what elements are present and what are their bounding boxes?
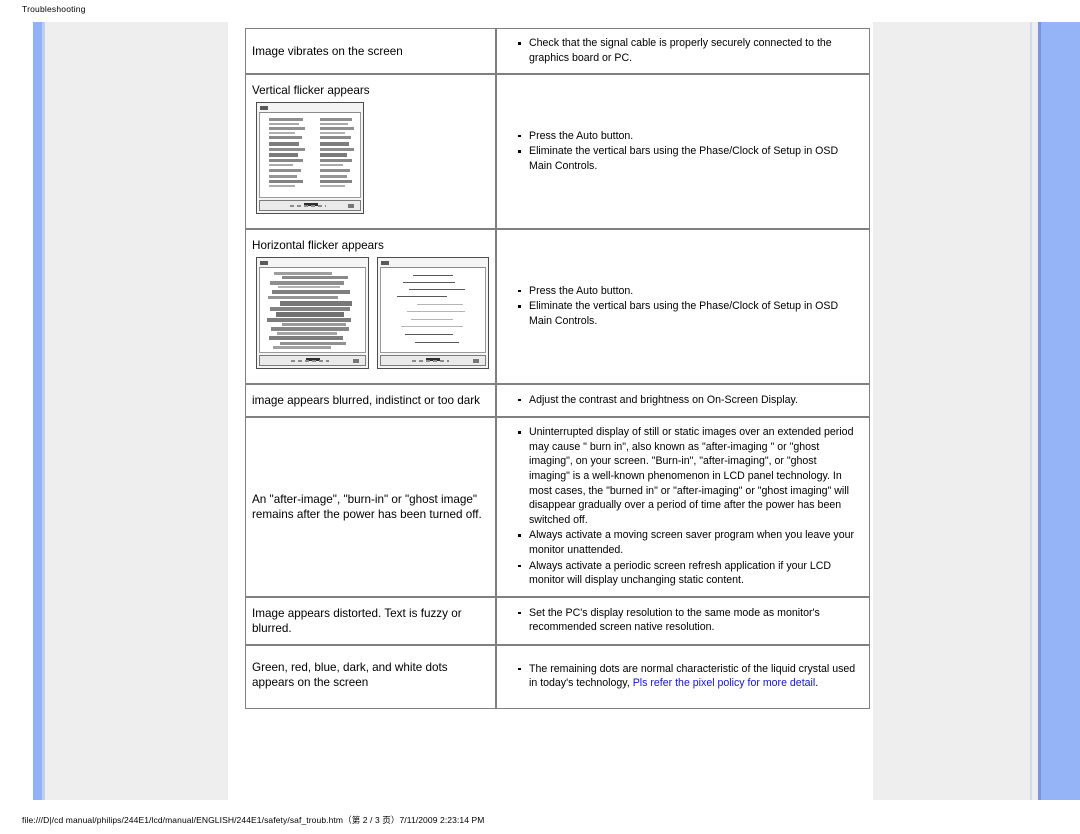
monitor-screen-vertical-bars [259,113,361,199]
print-footer-path: file:///D|/cd manual/philips/244E1/lcd/m… [22,815,485,825]
monitor-titlebar [379,260,486,269]
solution-cell: Check that the signal cable is properly … [496,28,870,75]
solution-item: Always activate a moving screen saver pr… [518,528,859,557]
solution-list: Press the Auto button. Eliminate the ver… [511,129,859,174]
symptom-text: Green, red, blue, dark, and white dots a… [252,660,448,689]
table-row: Image appears distorted. Text is fuzzy o… [245,596,870,645]
monitor-mockup-after [376,257,489,370]
vertical-flicker-monitor-figure [252,98,489,220]
solution-item: Eliminate the vertical bars using the Ph… [518,144,859,173]
solution-cell: Set the PC's display resolution to the s… [496,596,870,645]
monitor-base-controls [411,360,450,363]
monitor-mockup [256,102,364,215]
monitor-base [259,355,366,367]
table-row: Vertical flicker appears Press the Auto … [245,74,870,230]
symptom-cell: An "after-image", "burn-in" or "ghost im… [245,417,496,597]
monitor-base [259,200,361,212]
solution-item: The remaining dots are normal characteri… [518,662,859,691]
monitor-screen-horizontal-lines [379,268,486,354]
left-blue-rail [33,22,42,800]
right-blue-rail-edge [1038,22,1041,800]
solution-item: Always activate a periodic screen refres… [518,559,859,588]
table-row: An "after-image", "burn-in" or "ghost im… [245,417,870,597]
troubleshooting-table: Image vibrates on the screen Check that … [245,28,870,709]
solution-cell: Adjust the contrast and brightness on On… [496,384,870,418]
print-header-title: Troubleshooting [22,4,86,14]
symptom-cell: Image appears distorted. Text is fuzzy o… [245,596,496,645]
symptom-cell: Image vibrates on the screen [245,28,496,75]
symptom-text: An "after-image", "burn-in" or "ghost im… [252,492,482,521]
symptom-cell: Green, red, blue, dark, and white dots a… [245,644,496,709]
symptom-cell: image appears blurred, indistinct or too… [245,384,496,418]
solution-item: Check that the signal cable is properly … [518,36,859,65]
symptom-text: Image vibrates on the screen [252,44,403,58]
monitor-base-controls [290,205,326,208]
right-blue-rail [1038,22,1080,800]
symptom-cell: Vertical flicker appears [245,74,496,230]
symptom-cell: Horizontal flicker appears [245,229,496,385]
solution-list: Uninterrupted display of still or static… [511,425,859,588]
monitor-base-controls [291,360,329,363]
symptom-text: Vertical flicker appears [252,84,370,98]
table-row: Horizontal flicker appears Press the Aut… [245,229,870,385]
monitor-mockup-before [256,257,369,370]
monitor-titlebar [259,260,366,269]
symptom-text: image appears blurred, indistinct or too… [252,394,481,408]
monitor-screen-horizontal-noise [259,268,366,354]
monitor-titlebar [259,105,361,114]
solution-item: Press the Auto button. [518,284,859,299]
monitor-base [379,355,486,367]
symptom-text: Image appears distorted. Text is fuzzy o… [252,606,462,635]
solution-cell: Press the Auto button. Eliminate the ver… [496,229,870,385]
symptom-text: Horizontal flicker appears [252,239,384,253]
solution-list: Press the Auto button. Eliminate the ver… [511,284,859,329]
solution-cell: Press the Auto button. Eliminate the ver… [496,74,870,230]
solution-item: Uninterrupted display of still or static… [518,425,859,527]
solution-list: Adjust the contrast and brightness on On… [511,393,859,408]
table-row: Green, red, blue, dark, and white dots a… [245,644,870,709]
solution-item: Press the Auto button. [518,129,859,144]
solution-item: Eliminate the vertical bars using the Ph… [518,299,859,328]
solution-text-suffix: . [815,677,819,690]
solution-cell: The remaining dots are normal characteri… [496,644,870,709]
solution-list: Check that the signal cable is properly … [511,36,859,65]
pixel-policy-link[interactable]: Pls refer the pixel policy for more deta… [633,677,816,689]
solution-item: Adjust the contrast and brightness on On… [518,393,859,408]
solution-item: Set the PC's display resolution to the s… [518,606,859,635]
solution-list: The remaining dots are normal characteri… [511,662,859,691]
solution-list: Set the PC's display resolution to the s… [511,606,859,635]
solution-cell: Uninterrupted display of still or static… [496,417,870,597]
table-row: image appears blurred, indistinct or too… [245,384,870,418]
horizontal-flicker-monitor-figure [252,253,489,375]
table-row: Image vibrates on the screen Check that … [245,28,870,75]
